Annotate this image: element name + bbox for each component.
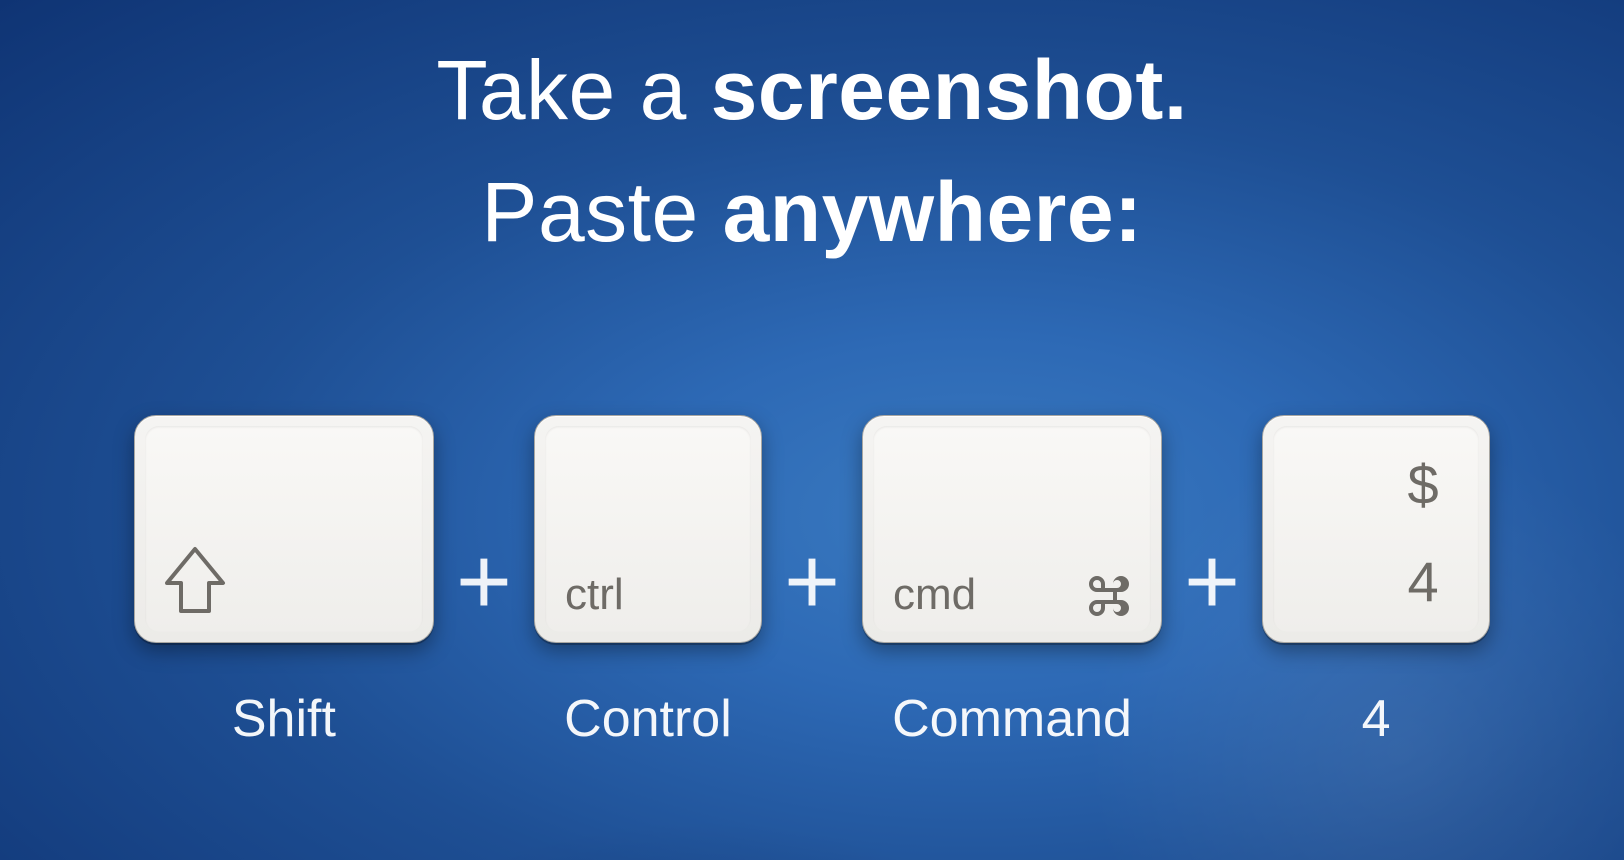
keycap-four-secondary: $ — [1408, 452, 1439, 517]
plus-separator: + — [454, 468, 514, 696]
keycap-four: $ 4 — [1262, 415, 1490, 643]
headline: Take a screenshot. Paste anywhere: — [0, 30, 1624, 274]
headline-line-2: Paste anywhere: — [0, 152, 1624, 274]
headline-line2-prefix: Paste — [481, 165, 722, 259]
key-group-command: cmd Command — [862, 415, 1162, 749]
keycap-control: ctrl — [534, 415, 762, 643]
keycap-shift — [134, 415, 434, 643]
key-label-control: Control — [564, 689, 732, 749]
key-label-four: 4 — [1362, 689, 1391, 749]
shift-arrow-icon — [161, 545, 229, 622]
command-icon — [1083, 572, 1131, 620]
key-label-command: Command — [892, 689, 1132, 749]
key-group-control: ctrl Control — [534, 415, 762, 749]
plus-separator: + — [1182, 468, 1242, 696]
headline-line2-bold: anywhere: — [723, 165, 1143, 259]
shortcut-row: Shift + ctrl Control + cmd Command + $ 4 — [40, 415, 1584, 749]
plus-separator: + — [782, 468, 842, 696]
key-group-shift: Shift — [134, 415, 434, 749]
headline-line1-bold: screenshot. — [711, 43, 1188, 137]
keycap-command-text: cmd — [893, 570, 976, 620]
keycap-command: cmd — [862, 415, 1162, 643]
headline-line1-prefix: Take a — [436, 43, 710, 137]
headline-line-1: Take a screenshot. — [0, 30, 1624, 152]
keycap-four-primary: 4 — [1408, 549, 1439, 614]
key-label-shift: Shift — [232, 689, 336, 749]
keycap-control-text: ctrl — [565, 570, 624, 620]
key-group-four: $ 4 4 — [1262, 415, 1490, 749]
